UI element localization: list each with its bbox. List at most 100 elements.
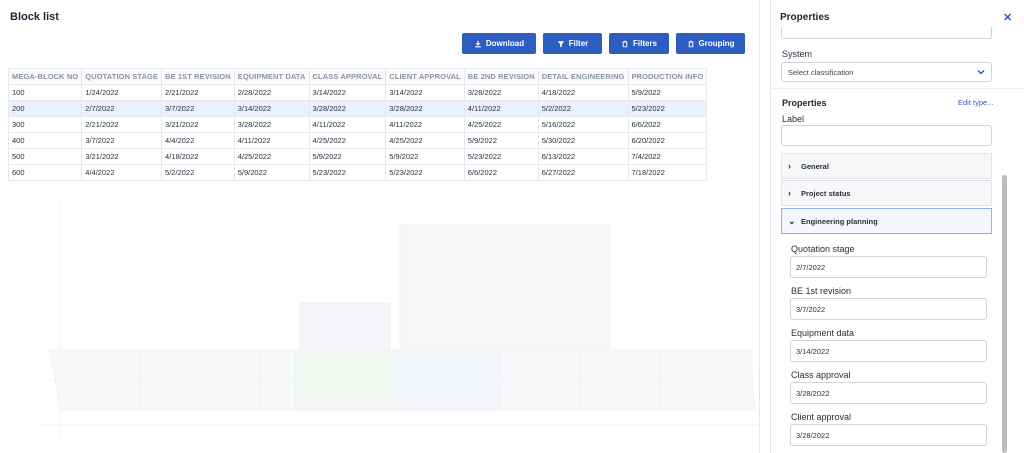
table-row[interactable]: 400 3/7/2022 4/4/2022 4/11/2022 4/25/2022 4/2… bbox=[7, 132, 708, 149]
download-label: Download bbox=[485, 39, 525, 48]
table-cell: 4/25/2022 bbox=[463, 116, 539, 133]
table-cell: 600 bbox=[7, 164, 83, 181]
table-cell: 1/24/2022 bbox=[81, 84, 163, 101]
chevron-down-icon: ⌄ bbox=[788, 215, 796, 226]
client-approval-input[interactable]: 3/28/2022 bbox=[790, 424, 987, 446]
column-header[interactable]: MEGA-BLOCK NO bbox=[7, 68, 83, 85]
table-header-row: MEGA-BLOCK NO QUOTATION STAGE BE 1ST REV… bbox=[7, 68, 708, 85]
table-row[interactable]: 200 2/7/2022 3/7/2022 3/14/2022 3/28/2022 3/2… bbox=[7, 100, 708, 117]
accordion-engineering-planning[interactable]: ⌄ Engineering planning bbox=[781, 208, 992, 234]
table-cell: 4/11/2022 bbox=[385, 116, 465, 133]
table-cell: 5/16/2022 bbox=[537, 116, 629, 133]
accordion-project-status[interactable]: › Project status bbox=[781, 180, 992, 206]
properties-title: Properties bbox=[780, 12, 830, 23]
table-cell: 7/18/2022 bbox=[627, 164, 708, 181]
table-cell: 4/11/2022 bbox=[463, 100, 539, 117]
table-cell: 4/18/2022 bbox=[537, 84, 629, 101]
table-cell: 4/11/2022 bbox=[233, 132, 310, 149]
table-cell: 3/14/2022 bbox=[308, 84, 387, 101]
grouping-button[interactable]: Grouping bbox=[676, 33, 745, 54]
table-cell: 3/28/2022 bbox=[308, 100, 387, 117]
table-cell: 5/2/2022 bbox=[537, 100, 629, 117]
table-row[interactable]: 100 1/24/2022 2/21/2022 2/28/2022 3/14/2022 3… bbox=[7, 84, 708, 101]
be-1st-revision-label: BE 1st revision bbox=[791, 286, 852, 296]
accordion-general[interactable]: › General bbox=[781, 153, 992, 179]
trash-icon bbox=[622, 40, 628, 47]
table-cell: 3/21/2022 bbox=[81, 148, 163, 165]
close-icon[interactable]: ✕ bbox=[1003, 11, 1012, 24]
table-cell: 6/6/2022 bbox=[463, 164, 539, 181]
quotation-stage-input[interactable]: 2/7/2022 bbox=[790, 256, 987, 278]
column-header[interactable]: BE 1ST REVISION bbox=[161, 68, 235, 85]
toolbar: Download Filter Filters Grouping bbox=[462, 33, 745, 54]
class-approval-input[interactable]: 3/28/2022 bbox=[790, 382, 987, 404]
edit-type-link[interactable]: Edit type... bbox=[958, 98, 993, 107]
column-header[interactable]: EQUIPMENT DATA bbox=[233, 68, 310, 85]
filters-label: Filters bbox=[632, 39, 657, 48]
table-cell: 7/4/2022 bbox=[627, 148, 708, 165]
table-cell: 3/28/2022 bbox=[233, 116, 310, 133]
equipment-data-input[interactable]: 3/14/2022 bbox=[790, 340, 987, 362]
filter-button[interactable]: Filter bbox=[543, 33, 602, 54]
block-list-title: Block list bbox=[10, 11, 59, 23]
table-cell: 4/4/2022 bbox=[81, 164, 163, 181]
filter-label: Filter bbox=[568, 39, 589, 48]
block-table: MEGA-BLOCK NO QUOTATION STAGE BE 1ST REV… bbox=[7, 68, 708, 181]
column-header[interactable]: QUOTATION STAGE bbox=[81, 68, 163, 85]
divider bbox=[771, 88, 1024, 89]
scrollbar[interactable] bbox=[1002, 175, 1007, 453]
table-cell: 5/9/2022 bbox=[463, 132, 539, 149]
download-button[interactable]: Download bbox=[462, 33, 536, 54]
table-row[interactable]: 500 3/21/2022 4/18/2022 4/25/2022 5/9/2022 5/… bbox=[7, 148, 708, 165]
table-cell: 400 bbox=[7, 132, 83, 149]
accordion-label: Project status bbox=[801, 188, 851, 198]
label-field-label: Label bbox=[782, 114, 805, 124]
filters-button[interactable]: Filters bbox=[609, 33, 669, 54]
classification-field-top[interactable] bbox=[781, 27, 992, 39]
column-header[interactable]: BE 2ND REVISION bbox=[463, 68, 539, 85]
system-select-value: Select classification bbox=[788, 68, 854, 77]
column-header[interactable]: CLASS APPROVAL bbox=[308, 68, 387, 85]
system-label: System bbox=[782, 49, 813, 59]
table-cell: 5/9/2022 bbox=[308, 148, 387, 165]
column-header[interactable]: PRODUCTION INFO bbox=[627, 68, 708, 85]
table-cell: 3/14/2022 bbox=[385, 84, 465, 101]
grouping-label: Grouping bbox=[698, 39, 735, 48]
table-cell: 500 bbox=[7, 148, 83, 165]
table-cell: 5/30/2022 bbox=[537, 132, 629, 149]
label-input[interactable] bbox=[781, 125, 992, 146]
table-cell: 4/25/2022 bbox=[233, 148, 310, 165]
table-cell: 4/18/2022 bbox=[161, 148, 235, 165]
be-1st-revision-input[interactable]: 3/7/2022 bbox=[790, 298, 987, 320]
table-cell: 2/21/2022 bbox=[161, 84, 235, 101]
table-cell: 5/23/2022 bbox=[308, 164, 387, 181]
accordion-label: Engineering planning bbox=[801, 216, 878, 226]
chevron-right-icon: › bbox=[788, 161, 791, 171]
table-cell: 5/9/2022 bbox=[233, 164, 310, 181]
accordion-label: General bbox=[801, 161, 829, 171]
chevron-down-icon bbox=[977, 69, 985, 75]
properties-panel: Properties ✕ System Select classificatio… bbox=[770, 0, 1024, 453]
table-cell: 3/7/2022 bbox=[81, 132, 163, 149]
table-cell: 2/21/2022 bbox=[81, 116, 163, 133]
table-row[interactable]: 300 2/21/2022 3/21/2022 3/28/2022 4/11/2022 4… bbox=[7, 116, 708, 133]
table-cell: 6/27/2022 bbox=[537, 164, 629, 181]
system-select[interactable]: Select classification bbox=[781, 62, 992, 82]
table-cell: 4/25/2022 bbox=[385, 132, 465, 149]
table-cell: 100 bbox=[7, 84, 83, 101]
table-cell: 4/25/2022 bbox=[308, 132, 387, 149]
table-cell: 3/7/2022 bbox=[161, 100, 235, 117]
table-cell: 6/13/2022 bbox=[537, 148, 629, 165]
table-cell: 3/21/2022 bbox=[161, 116, 235, 133]
quotation-stage-label: Quotation stage bbox=[791, 244, 855, 254]
table-cell: 3/14/2022 bbox=[233, 100, 310, 117]
client-approval-label: Client approval bbox=[791, 412, 852, 422]
table-cell: 6/6/2022 bbox=[627, 116, 708, 133]
column-header[interactable]: DETAIL ENGINEERING bbox=[537, 68, 629, 85]
properties-section-title: Properties bbox=[782, 98, 827, 108]
trash-icon bbox=[688, 40, 693, 47]
column-header[interactable]: CLIENT APPROVAL bbox=[385, 68, 465, 85]
table-row[interactable]: 600 4/4/2022 5/2/2022 5/9/2022 5/23/2022 5/23… bbox=[7, 164, 708, 181]
table-cell: 5/9/2022 bbox=[385, 148, 465, 165]
class-approval-label: Class approval bbox=[791, 370, 851, 380]
